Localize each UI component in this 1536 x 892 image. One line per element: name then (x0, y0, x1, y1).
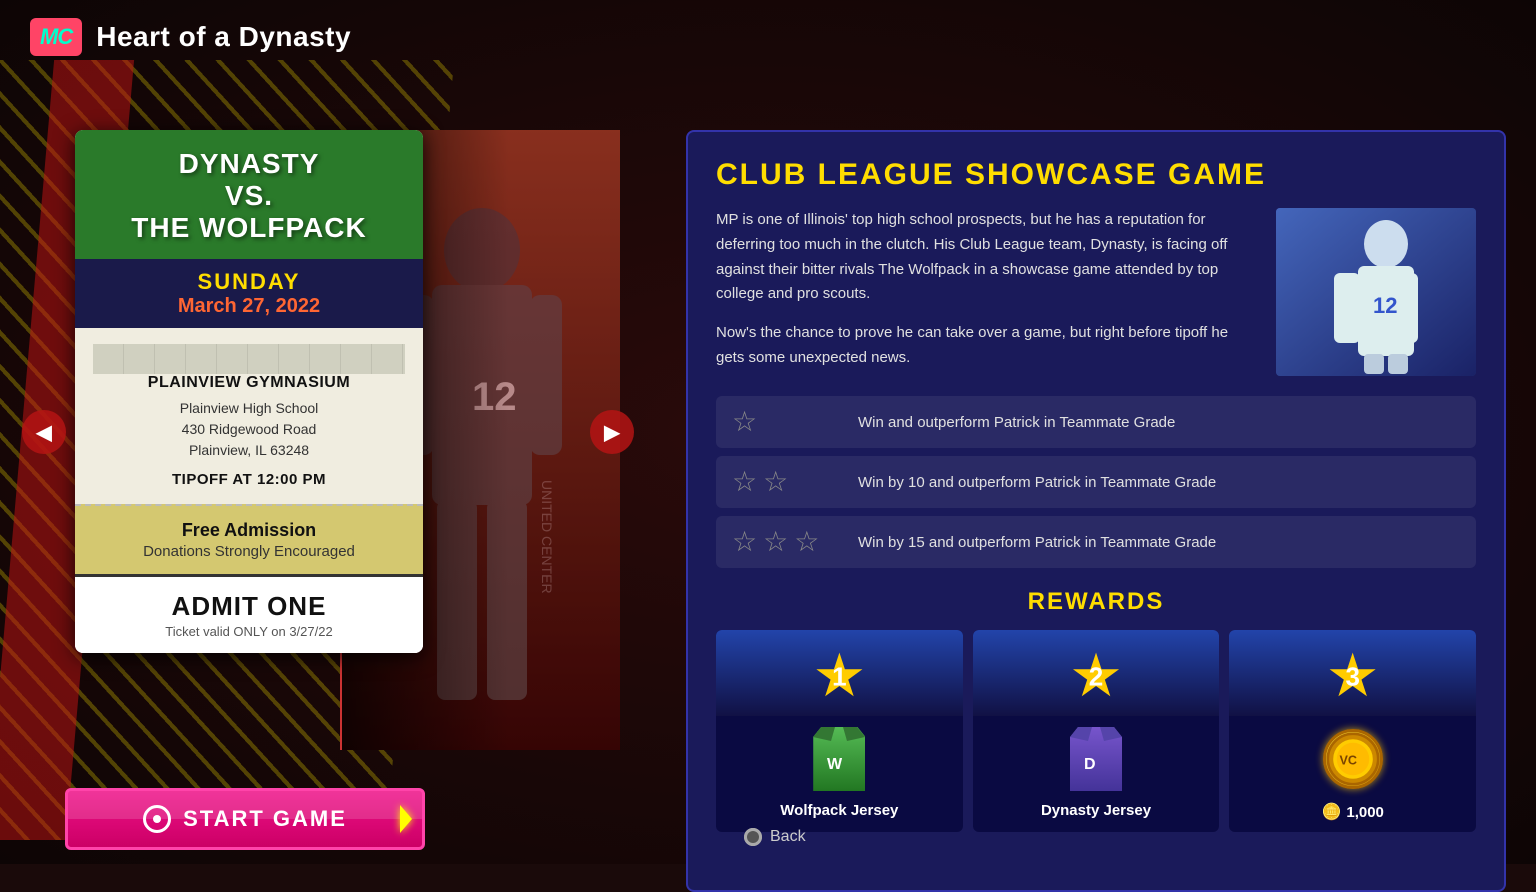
ticket-tipoff: TIPOFF AT 12:00 PM (93, 471, 405, 488)
mc-label: MC (40, 24, 72, 50)
star-3-1: ☆ (732, 528, 757, 556)
reward-num-2: 2 (1089, 662, 1103, 693)
left-chevron-icon: ◀ (36, 420, 51, 445)
admit-sub: Ticket valid ONLY on 3/27/22 (91, 624, 407, 639)
ticket-line3: THE WOLFPACK (131, 212, 366, 243)
ticket-admit: ADMIT ONE Ticket valid ONLY on 3/27/22 (75, 574, 423, 653)
showcase-description: MP is one of Illinois' top high school p… (716, 208, 1256, 376)
start-button-label: START GAME (183, 806, 347, 832)
stars-3: ☆ ☆ ☆ (732, 528, 842, 556)
showcase-content: MP is one of Illinois' top high school p… (716, 208, 1476, 376)
showcase-player-image: 12 (1276, 208, 1476, 376)
admission-sub: Donations Strongly Encouraged (91, 543, 407, 560)
objective-row-1: ☆ Win and outperform Patrick in Teammate… (716, 396, 1476, 448)
showcase-p1: MP is one of Illinois' top high school p… (716, 208, 1256, 307)
svg-text:12: 12 (1373, 293, 1397, 318)
ticket-line2: VS. (225, 180, 273, 211)
coins-amount: 1,000 (1346, 804, 1384, 821)
back-icon (744, 828, 762, 846)
ticket-date-section: SUNDAY March 27, 2022 (75, 259, 423, 328)
address-line2: 430 Ridgewood Road (182, 421, 317, 437)
player-illustration: 12 (1276, 208, 1476, 376)
coins-icon: VC (1323, 729, 1383, 789)
reward-item-2: ★ 2 D (973, 630, 1220, 832)
stars-1: ☆ (732, 408, 842, 436)
next-arrow[interactable]: ▶ (590, 410, 634, 454)
svg-text:D: D (1084, 756, 1096, 773)
star-2-2: ☆ (763, 468, 788, 496)
showcase-title: CLUB LEAGUE SHOWCASE GAME (716, 158, 1476, 192)
ticket-venue: PLAINVIEW GYMNASIUM (93, 374, 405, 392)
star-3-3: ☆ (794, 528, 819, 556)
ticket-admission: Free Admission Donations Strongly Encour… (75, 504, 423, 574)
ticket-day: SUNDAY (91, 269, 407, 295)
ticket-body: PLAINVIEW GYMNASIUM Plainview High Schoo… (75, 328, 423, 504)
reward-icon-1: W (799, 724, 879, 794)
reward-num-1: 1 (832, 662, 846, 693)
start-button-wrapper: START GAME (65, 788, 425, 850)
right-chevron-icon: ▶ (604, 420, 619, 445)
header: MC Heart of a Dynasty (30, 18, 351, 56)
dynasty-jersey-icon: D (1070, 727, 1122, 791)
objective-row-3: ☆ ☆ ☆ Win by 15 and outperform Patrick i… (716, 516, 1476, 568)
star-1-1: ☆ (732, 408, 757, 436)
button-circle-icon (143, 805, 171, 833)
svg-text:W: W (827, 756, 843, 773)
ticket-line1: DYNASTY (179, 148, 320, 179)
start-game-button[interactable]: START GAME (65, 788, 425, 850)
reward-icon-2: D (1056, 724, 1136, 794)
reward-item-3: ★ 3 VC 🪙 1,000 (1229, 630, 1476, 832)
ticket-header: DYNASTY VS. THE WOLFPACK (75, 130, 423, 259)
objectives-list: ☆ Win and outperform Patrick in Teammate… (716, 396, 1476, 568)
back-circle-icon (744, 828, 762, 846)
reward-label-2: Dynasty Jersey (1041, 802, 1151, 819)
showcase-panel: CLUB LEAGUE SHOWCASE GAME MP is one of I… (686, 130, 1506, 892)
rewards-list: ★ 1 (716, 630, 1476, 832)
map-texture (93, 344, 405, 374)
reward-star-1: ★ 1 (716, 630, 963, 716)
ticket-address: Plainview High School 430 Ridgewood Road… (93, 398, 405, 461)
ticket-card: DYNASTY VS. THE WOLFPACK SUNDAY March 27… (75, 130, 423, 653)
address-line3: Plainview, IL 63248 (189, 442, 309, 458)
ticket-date: March 27, 2022 (91, 295, 407, 318)
reward-icon-3: VC (1313, 724, 1393, 794)
page-title: Heart of a Dynasty (96, 21, 351, 53)
objective-text-3: Win by 15 and outperform Patrick in Team… (858, 534, 1216, 551)
prev-arrow[interactable]: ◀ (22, 410, 66, 454)
reward-label-1: Wolfpack Jersey (780, 802, 898, 819)
back-button[interactable]: Back (744, 828, 1504, 846)
showcase-p2: Now's the chance to prove he can take ov… (716, 321, 1256, 371)
circle-inner (153, 815, 161, 823)
coins-label: 🪙 1,000 (1321, 802, 1383, 822)
star-2-1: ☆ (732, 468, 757, 496)
admission-main: Free Admission (91, 520, 407, 541)
reward-num-3: 3 (1345, 662, 1359, 693)
reward-item-1: ★ 1 (716, 630, 963, 832)
back-label: Back (770, 828, 806, 846)
objective-row-2: ☆ ☆ Win by 10 and outperform Patrick in … (716, 456, 1476, 508)
address-line1: Plainview High School (180, 400, 319, 416)
admit-main: ADMIT ONE (91, 591, 407, 622)
objective-text-1: Win and outperform Patrick in Teammate G… (858, 414, 1175, 431)
star-3-2: ☆ (763, 528, 788, 556)
wolfpack-jersey-icon: W (813, 727, 865, 791)
objective-text-2: Win by 10 and outperform Patrick in Team… (858, 474, 1216, 491)
reward-star-3: ★ 3 (1229, 630, 1476, 716)
stars-2: ☆ ☆ (732, 468, 842, 496)
ticket-matchup: DYNASTY VS. THE WOLFPACK (91, 148, 407, 245)
rewards-title: REWARDS (716, 588, 1476, 616)
reward-label-3: 🪙 1,000 (1321, 802, 1383, 822)
ticket-panel: DYNASTY VS. THE WOLFPACK SUNDAY March 27… (75, 130, 585, 770)
svg-text:VC: VC (1339, 753, 1357, 767)
reward-star-2: ★ 2 (973, 630, 1220, 716)
mc-badge: MC (30, 18, 82, 56)
coins-symbol: 🪙 (1321, 802, 1341, 822)
